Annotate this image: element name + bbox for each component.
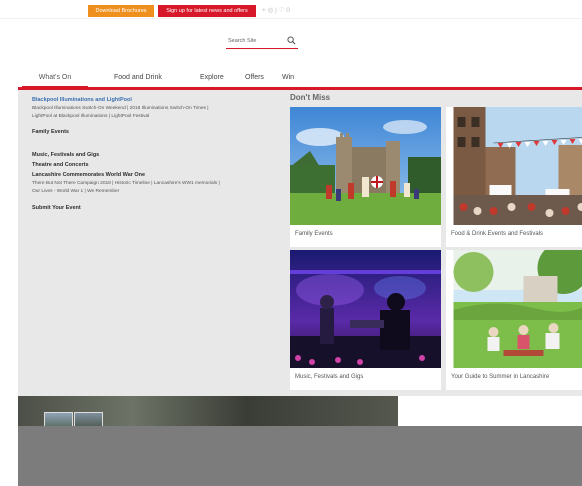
download-brochures-button[interactable]: Download Brochures [88,5,154,17]
card-music-festivals-gigs[interactable]: Music, Festivals and Gigs [290,250,441,390]
menu-sublinks[interactable]: LightPool at Blackpool Illuminations | L… [32,114,149,119]
family-events-photo [290,107,441,225]
search-box [226,34,298,49]
menu-section-music-festivals-gigs[interactable]: Music, Festivals and Gigs [32,152,99,158]
card-caption: Your Guide to Summer in Lancashire [451,374,550,380]
search-icon[interactable] [287,36,296,45]
top-divider [0,18,582,19]
menu-sublinks[interactable]: There But Not There Campaign 2018 | Hist… [32,181,220,186]
card-caption: Food & Drink Events and Festivals [451,231,544,237]
card-caption: Music, Festivals and Gigs [295,374,364,380]
tab-win[interactable]: Win [282,72,294,84]
menu-sublinks[interactable]: Blackpool Illuminations Switch-On Weeken… [32,106,209,111]
tab-food-and-drink[interactable]: Food and Drink [114,72,162,84]
social-share-links[interactable]: + ◎ | ♡ 0 [262,5,290,17]
menu-section-theatre-concerts[interactable]: Theatre and Concerts [32,162,89,168]
menu-sublinks[interactable]: Our Lives - World War 1 | We Remember [32,189,119,194]
menu-section-submit-event[interactable]: Submit Your Event [32,205,81,211]
summer-picnic-photo [453,250,582,368]
tab-offers[interactable]: Offers [245,72,264,84]
menu-section-family-events[interactable]: Family Events [32,129,69,135]
card-food-drink-events[interactable]: Food & Drink Events and Festivals [446,107,582,247]
dont-miss-heading: Don't Miss [290,93,331,102]
food-drink-photo [453,107,582,225]
menu-section-blackpool-illuminations[interactable]: Blackpool Illuminations and LightPool [32,97,132,103]
page-overlay [18,426,582,486]
search-input[interactable] [226,34,286,47]
card-family-events[interactable]: Family Events [290,107,441,247]
newsletter-signup-button[interactable]: Sign up for latest news and offers [158,5,256,17]
card-summer-guide[interactable]: Your Guide to Summer in Lancashire [446,250,582,390]
tab-whats-on[interactable]: What's On [22,72,88,84]
tab-explore[interactable]: Explore [200,72,224,84]
card-caption: Family Events [295,231,333,237]
menu-section-ww1-commemorations[interactable]: Lancashire Commemorates World War One [32,172,145,178]
music-gig-photo [290,250,441,368]
